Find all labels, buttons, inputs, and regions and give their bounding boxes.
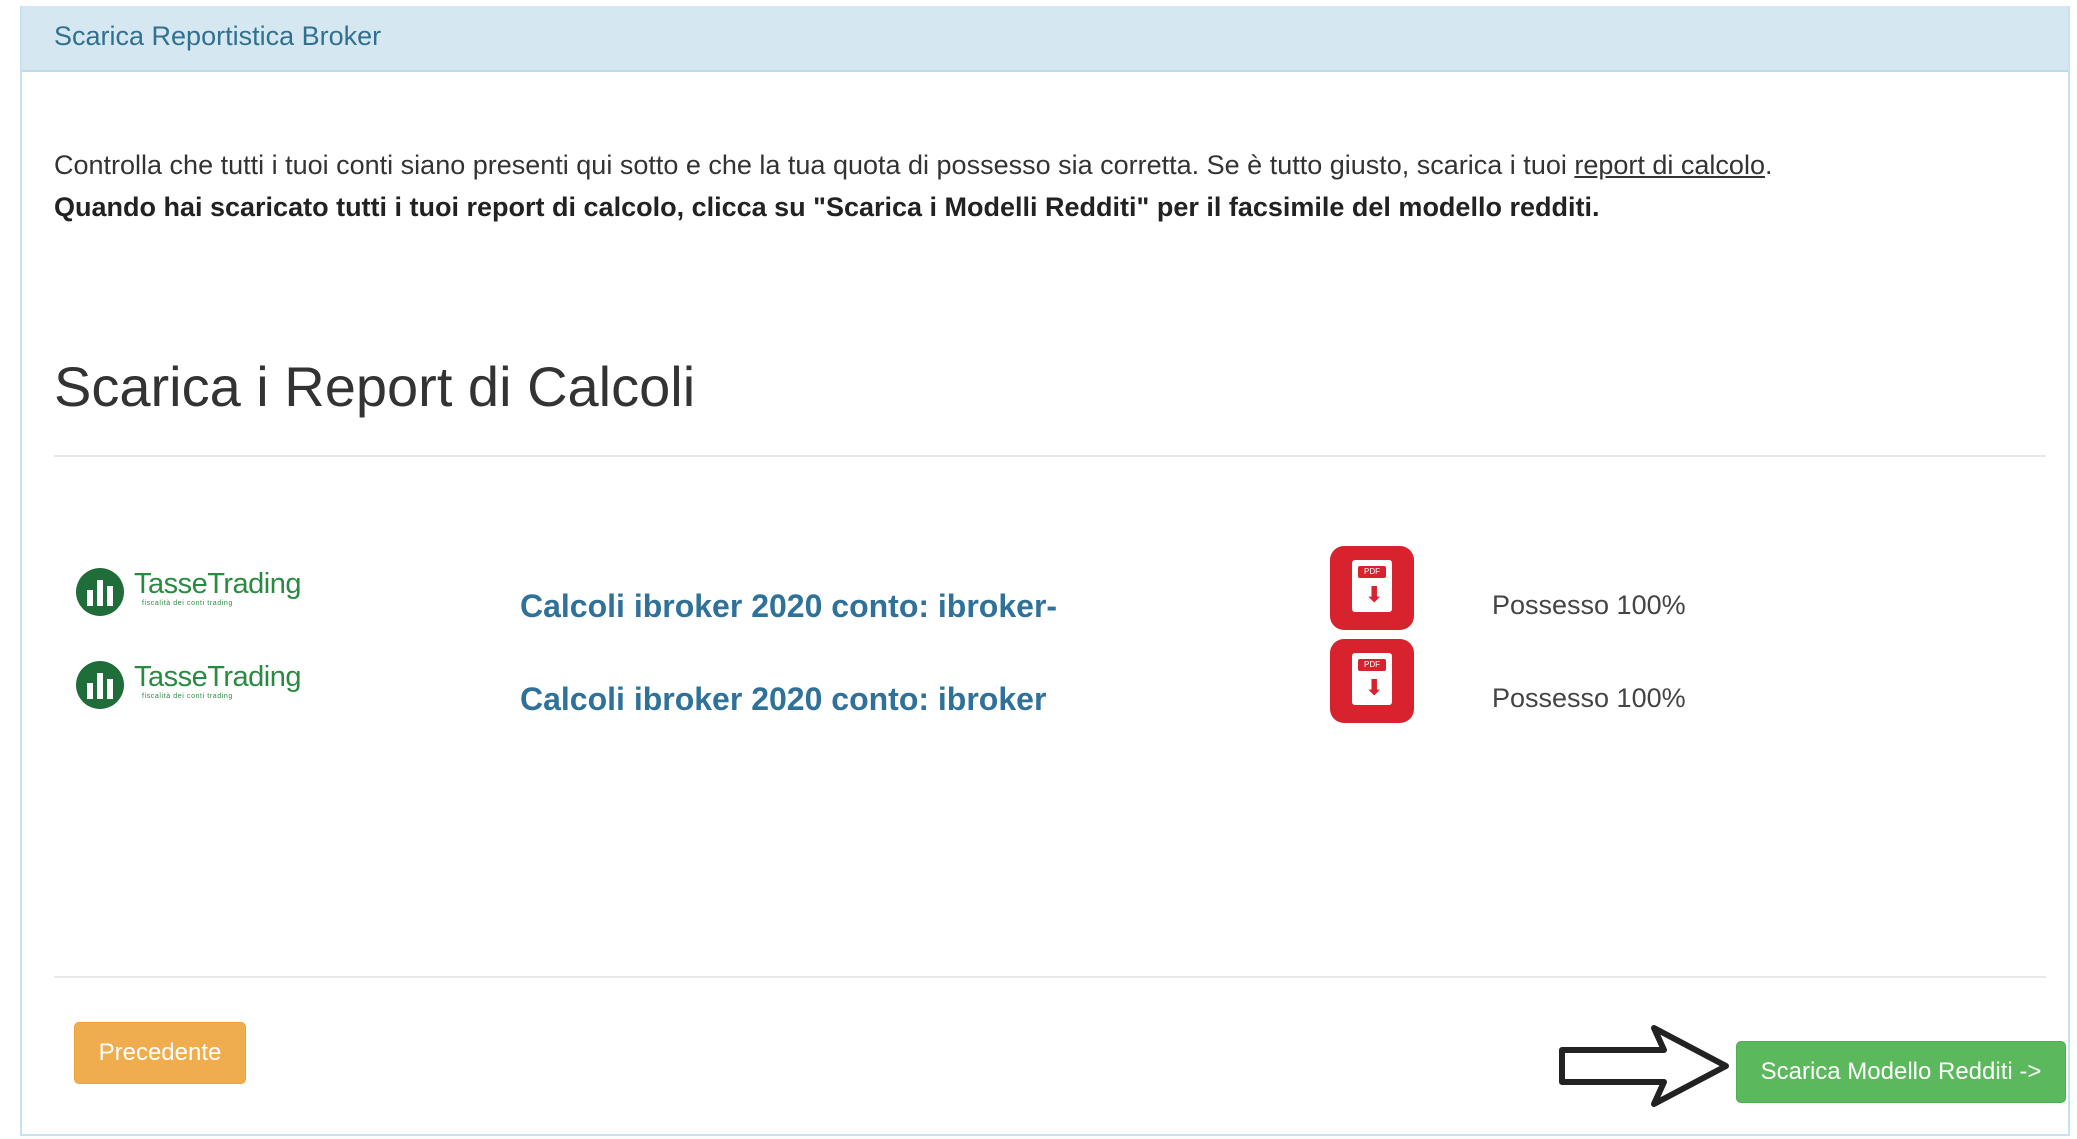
brand-name: TasseTrading [134,661,302,693]
report-panel: Scarica Reportistica Broker Controlla ch… [20,6,2070,1136]
report-row: TasseTrading fiscalità dei conti trading… [54,639,2034,749]
report-link[interactable]: Calcoli ibroker 2020 conto: ibroker [520,681,1060,718]
tassetrading-logo: TasseTrading fiscalità dei conti trading [76,566,306,622]
tassetrading-logo-mark [76,661,124,709]
scarica-modello-redditi-button[interactable]: Scarica Modello Redditi -> [1736,1041,2066,1103]
pointer-arrow-icon [1559,1025,1729,1107]
pdf-badge: PDF [1358,566,1386,578]
panel-title: Scarica Reportistica Broker [54,21,382,51]
intro-text: Controlla che tutti i tuoi conti siano p… [54,150,1772,181]
report-link[interactable]: Calcoli ibroker 2020 conto: ibroker- [520,588,1060,625]
section-title: Scarica i Report di Calcoli [54,355,696,418]
pdf-download-icon[interactable]: PDF ⬇ [1330,639,1414,723]
download-arrow-icon: ⬇ [1365,675,1384,700]
intro-instruction: Quando hai scaricato tutti i tuoi report… [54,192,1600,222]
report-row: TasseTrading fiscalità dei conti trading… [54,546,2034,656]
tassetrading-logo-mark [76,568,124,616]
footer-divider [54,976,2046,978]
brand-name: TasseTrading [134,568,302,600]
brand-tagline: fiscalità dei conti trading [142,600,233,607]
pdf-doc-shape: PDF ⬇ [1352,653,1392,705]
brand-tagline: fiscalità dei conti trading [142,693,233,700]
ownership-text: Possesso 100% [1492,683,1686,713]
intro-text-main: Controlla che tutti i tuoi conti siano p… [54,150,1575,180]
pdf-badge: PDF [1358,659,1386,671]
section-divider [54,455,2046,457]
panel-header: Scarica Reportistica Broker [22,6,2068,72]
download-arrow-icon: ⬇ [1365,582,1384,607]
report-di-calcolo-link[interactable]: report di calcolo [1574,150,1765,180]
tassetrading-logo: TasseTrading fiscalità dei conti trading [76,659,306,715]
intro-text-end: . [1764,150,1773,180]
ownership-text: Possesso 100% [1492,590,1686,620]
pdf-doc-shape: PDF ⬇ [1352,560,1392,612]
previous-button[interactable]: Precedente [74,1022,246,1084]
pdf-download-icon[interactable]: PDF ⬇ [1330,546,1414,630]
